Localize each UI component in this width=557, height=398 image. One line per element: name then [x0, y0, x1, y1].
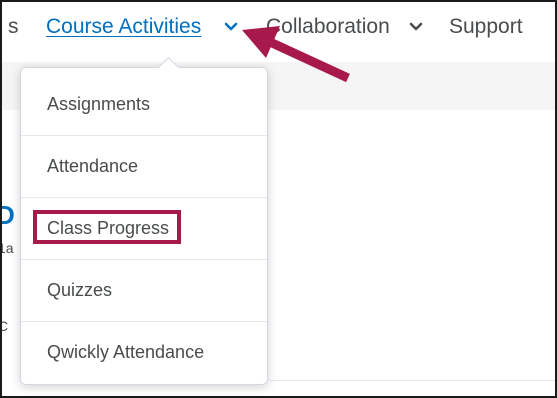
chevron-down-icon[interactable]	[223, 19, 239, 35]
menu-item-qwickly-attendance[interactable]: Qwickly Attendance	[21, 322, 267, 383]
highlight-box	[33, 210, 181, 244]
arrow-pointer-icon	[242, 26, 350, 83]
menu-item-quizzes[interactable]: Quizzes	[21, 260, 267, 322]
chevron-down-icon[interactable]	[408, 19, 424, 35]
menu-item-attendance[interactable]: Attendance	[21, 136, 267, 198]
course-activities-dropdown: Assignments Attendance Class Progress Qu…	[20, 56, 268, 385]
nav-item-course-activities[interactable]: Course Activities	[46, 14, 201, 40]
menu-item-label: Assignments	[47, 94, 151, 114]
menu-item-label: Quizzes	[47, 280, 113, 300]
page-content-fragment: C	[0, 318, 9, 334]
page-content-fragment: D	[0, 200, 15, 230]
menu-item-class-progress[interactable]: Class Progress	[21, 198, 267, 260]
menu-item-label: Attendance	[47, 156, 139, 176]
divider	[270, 380, 557, 381]
nav-item-partial[interactable]: s	[8, 14, 19, 40]
menu-item-assignments[interactable]: Assignments	[21, 74, 267, 136]
menu-item-label: Qwickly Attendance	[47, 342, 205, 362]
page-content-fragment: 1a	[0, 240, 14, 256]
nav-item-support[interactable]: Support	[449, 14, 523, 40]
menu-list: Assignments Attendance Class Progress Qu…	[21, 68, 267, 383]
